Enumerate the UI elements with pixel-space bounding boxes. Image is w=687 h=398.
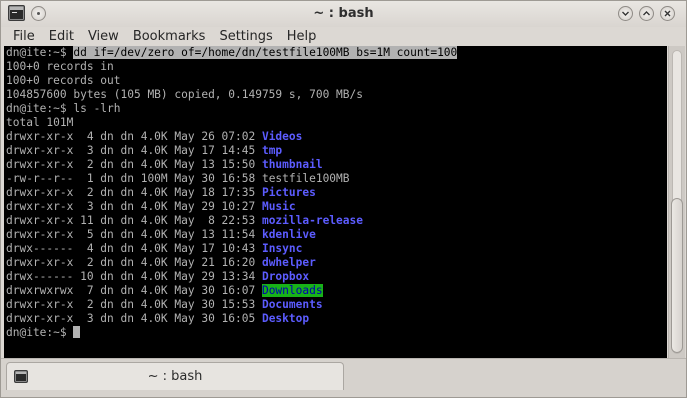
ls-row: drwxr-xr-x 2 dn dn 4.0K May 13 15:50 thu… xyxy=(6,158,667,172)
ls-row: drwx------ 4 dn dn 4.0K May 17 10:43 Ins… xyxy=(6,242,667,256)
ls-row: drwxr-xr-x 2 dn dn 4.0K May 21 16:20 dwh… xyxy=(6,256,667,270)
tab-label: ~ : bash xyxy=(147,369,203,384)
ls-row-filename: thumbnail xyxy=(261,158,323,171)
ls-row-meta: drwxr-xr-x 2 dn dn 4.0K May 30 15:53 xyxy=(6,298,262,311)
ls-row: drwxr-xr-x 11 dn dn 4.0K May 8 22:53 moz… xyxy=(6,214,667,228)
ls-row: drwxr-xr-x 3 dn dn 4.0K May 17 14:45 tmp xyxy=(6,144,667,158)
ls-row-meta: drwxr-xr-x 4 dn dn 4.0K May 26 07:02 xyxy=(6,130,262,143)
ls-row-meta: drwxr-xr-x 2 dn dn 4.0K May 21 16:20 xyxy=(6,256,262,269)
ls-row: -rw-r--r-- 1 dn dn 100M May 30 16:58 tes… xyxy=(6,172,667,186)
ls-row-meta: drwxr-xr-x 3 dn dn 4.0K May 17 14:45 xyxy=(6,144,262,157)
ls-row-filename: tmp xyxy=(261,144,283,157)
menu-bookmarks[interactable]: Bookmarks xyxy=(126,29,213,44)
menu-help[interactable]: Help xyxy=(280,29,324,44)
konsole-window: ~ : bash File Edit View Bookmarks Settin… xyxy=(0,0,687,398)
ls-row-meta: drwxr-xr-x 3 dn dn 4.0K May 30 16:05 xyxy=(6,312,262,325)
ls-row-filename: Videos xyxy=(261,130,303,143)
maximize-button[interactable] xyxy=(639,6,654,21)
prompt: dn@ite:~$ xyxy=(6,102,74,115)
ls-listing: drwxr-xr-x 4 dn dn 4.0K May 26 07:02 Vid… xyxy=(6,130,667,326)
window-title: ~ : bash xyxy=(313,6,374,21)
ls-row: drwxr-xr-x 2 dn dn 4.0K May 18 17:35 Pic… xyxy=(6,186,667,200)
ls-row-meta: drwxr-xr-x 11 dn dn 4.0K May 8 22:53 xyxy=(6,214,262,227)
tab-bar: ~ : bash xyxy=(1,358,686,397)
chevron-up-icon xyxy=(643,11,650,16)
ls-row: drwxr-xr-x 5 dn dn 4.0K May 13 11:54 kde… xyxy=(6,228,667,242)
tab-bash[interactable]: ~ : bash xyxy=(6,362,344,390)
terminal-line: 100+0 records in xyxy=(6,60,114,73)
ls-row-meta: drwx------ 4 dn dn 4.0K May 17 10:43 xyxy=(6,242,262,255)
terminal-line: dn@ite:~$ xyxy=(6,326,667,340)
terminal-line: dn@ite:~$ dd if=/dev/zero of=/home/dn/te… xyxy=(6,46,667,60)
chevron-down-icon xyxy=(622,11,629,16)
ls-row: drwxr-xr-x 2 dn dn 4.0K May 30 15:53 Doc… xyxy=(6,298,667,312)
ls-row-filename: mozilla-release xyxy=(261,214,363,227)
close-icon xyxy=(664,10,671,17)
terminal-line: 100+0 records out xyxy=(6,74,121,87)
ls-row-filename: Pictures xyxy=(261,186,316,199)
ls-row-filename: kdenlive xyxy=(261,228,316,241)
prompt: dn@ite:~$ xyxy=(6,46,74,59)
ls-row: drwxr-xr-x 4 dn dn 4.0K May 26 07:02 Vid… xyxy=(6,130,667,144)
minimize-button[interactable] xyxy=(618,6,633,21)
ls-row-filename: Desktop xyxy=(261,312,310,325)
terminal-line: dn@ite:~$ ls -lrh xyxy=(6,102,667,116)
ls-row: drwxrwxrwx 7 dn dn 4.0K May 30 16:07 Dow… xyxy=(6,284,667,298)
terminal-line: 104857600 bytes (105 MB) copied, 0.14975… xyxy=(6,88,363,101)
title-bar[interactable]: ~ : bash xyxy=(1,1,686,27)
ls-row-filename: testfile100MB xyxy=(261,172,350,185)
ls-row-meta: -rw-r--r-- 1 dn dn 100M May 30 16:58 xyxy=(6,172,262,185)
command: ls -lrh xyxy=(73,102,121,115)
ls-row-filename: Documents xyxy=(261,298,323,311)
ls-row-filename: dwhelper xyxy=(261,256,316,269)
ls-row: drwx------ 10 dn dn 4.0K May 29 13:34 Dr… xyxy=(6,270,667,284)
vertical-scrollbar[interactable] xyxy=(668,46,685,358)
selected-command: dd if=/dev/zero of=/home/dn/testfile100M… xyxy=(73,46,458,59)
menu-view[interactable]: View xyxy=(81,29,126,44)
menu-bar: File Edit View Bookmarks Settings Help xyxy=(1,27,686,46)
ls-row-meta: drwxr-xr-x 2 dn dn 4.0K May 13 15:50 xyxy=(6,158,262,171)
ls-row: drwxr-xr-x 3 dn dn 4.0K May 29 10:27 Mus… xyxy=(6,200,667,214)
prompt: dn@ite:~$ xyxy=(6,326,74,339)
ls-row-filename: Dropbox xyxy=(261,270,310,283)
menu-settings[interactable]: Settings xyxy=(212,29,279,44)
menu-file[interactable]: File xyxy=(6,29,42,44)
ls-row-filename: Downloads xyxy=(261,284,323,297)
ls-row-meta: drwxr-xr-x 2 dn dn 4.0K May 18 17:35 xyxy=(6,186,262,199)
ls-row: drwxr-xr-x 3 dn dn 4.0K May 30 16:05 Des… xyxy=(6,312,667,326)
terminal-output[interactable]: dn@ite:~$ dd if=/dev/zero of=/home/dn/te… xyxy=(4,46,667,358)
ls-row-meta: drwxr-xr-x 3 dn dn 4.0K May 29 10:27 xyxy=(6,200,262,213)
ls-row-meta: drwxrwxrwx 7 dn dn 4.0K May 30 16:07 xyxy=(6,284,262,297)
ls-row-filename: Music xyxy=(261,200,296,213)
ls-row-meta: drwxr-xr-x 5 dn dn 4.0K May 13 11:54 xyxy=(6,228,262,241)
close-button[interactable] xyxy=(660,6,675,21)
text-cursor xyxy=(73,326,81,338)
terminal-line: total 101M xyxy=(6,116,74,129)
ls-row-filename: Insync xyxy=(261,242,303,255)
ls-row-meta: drwx------ 10 dn dn 4.0K May 29 13:34 xyxy=(6,270,262,283)
menu-edit[interactable]: Edit xyxy=(42,29,81,44)
scroll-thumb[interactable] xyxy=(671,198,683,353)
